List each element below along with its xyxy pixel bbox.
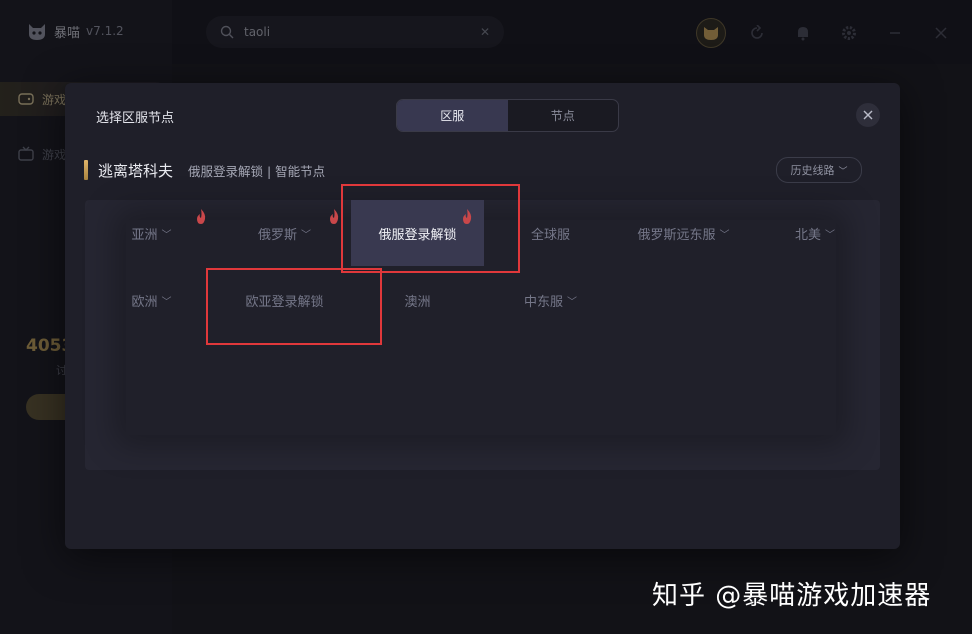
chevron-down-icon: ﹀ xyxy=(567,296,577,308)
region-label: 澳洲 xyxy=(404,294,431,310)
region-label: 俄罗斯 xyxy=(257,227,297,243)
chevron-down-icon: ﹀ xyxy=(838,166,848,177)
region-europe[interactable]: 欧洲 ﹀ xyxy=(85,267,218,333)
fire-icon xyxy=(463,209,472,224)
chevron-down-icon: ﹀ xyxy=(301,229,311,241)
close-icon xyxy=(863,110,873,120)
region-russia-far-east[interactable]: 俄罗斯远东服 ﹀ xyxy=(617,200,750,266)
region-label: 欧亚登录解锁 xyxy=(245,294,324,310)
tab-switcher: 区服 节点 xyxy=(396,99,619,132)
region-grid-panel: 亚洲 ﹀ 俄罗斯 ﹀ 俄服登录解锁 全球服 俄罗斯远东服 ﹀ 北美 ﹀ 欧洲 ﹀ 欧亚登录… xyxy=(85,200,880,470)
region-eurasia-login-unlock[interactable]: 欧亚登录解锁 xyxy=(218,267,351,333)
tab-region[interactable]: 区服 xyxy=(397,100,508,131)
watermark: 知乎 @暴喵游戏加速器 xyxy=(652,581,932,611)
region-label: 欧洲 xyxy=(131,294,158,310)
history-routes-button[interactable]: 历史线路 ﹀ xyxy=(776,157,862,183)
region-label: 全球服 xyxy=(530,227,570,243)
game-header: 逃离塔科夫 俄服登录解锁 | 智能节点 xyxy=(84,159,325,181)
region-label: 亚洲 xyxy=(131,227,158,243)
game-name: 逃离塔科夫 xyxy=(98,161,174,180)
region-label: 北美 xyxy=(794,227,821,243)
tab-node[interactable]: 节点 xyxy=(508,100,619,131)
modal-title: 选择区服节点 xyxy=(96,111,175,126)
region-middle-east[interactable]: 中东服 ﹀ xyxy=(484,267,617,333)
chevron-down-icon: ﹀ xyxy=(719,229,730,241)
region-label: 中东服 xyxy=(523,294,563,310)
chevron-down-icon: ﹀ xyxy=(825,229,835,241)
game-tags: 俄服登录解锁 | 智能节点 xyxy=(188,163,326,179)
region-oceania[interactable]: 澳洲 xyxy=(351,267,484,333)
close-modal-button[interactable] xyxy=(856,103,880,127)
chevron-down-icon: ﹀ xyxy=(161,229,172,241)
chevron-down-icon: ﹀ xyxy=(161,296,172,308)
region-global[interactable]: 全球服 xyxy=(484,200,617,266)
region-label: 俄服登录解锁 xyxy=(378,227,457,243)
history-routes-label: 历史线路 xyxy=(790,164,835,177)
region-north-america[interactable]: 北美 ﹀ xyxy=(750,200,880,266)
accent-bar xyxy=(84,160,88,180)
fire-icon xyxy=(197,209,206,224)
fire-icon xyxy=(330,209,339,224)
region-select-modal: 选择区服节点 区服 节点 逃离塔科夫 俄服登录解锁 | 智能节点 历史线路 ﹀ … xyxy=(65,83,900,549)
region-label: 俄罗斯远东服 xyxy=(637,227,716,243)
